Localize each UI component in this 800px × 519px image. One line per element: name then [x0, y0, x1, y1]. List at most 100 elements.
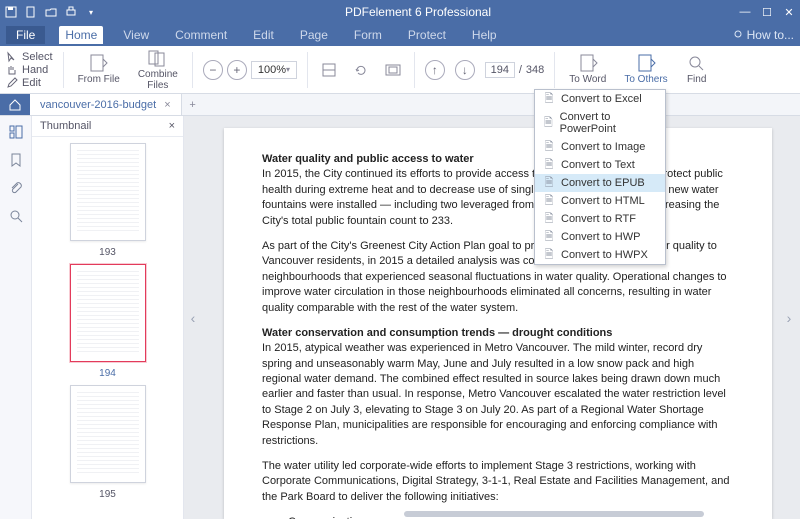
page-canvas[interactable]: ‹ › Water quality and public access to w… — [184, 116, 800, 519]
convert-to-rtf[interactable]: 🗎Convert to RTF — [535, 210, 665, 228]
save-icon[interactable] — [4, 5, 18, 19]
minimize-button[interactable]: — — [738, 6, 752, 19]
menu-page[interactable]: Page — [294, 26, 334, 44]
thumbnail-item[interactable] — [70, 143, 146, 241]
bookmarks-panel-button[interactable] — [8, 152, 24, 168]
thumbnails-panel-button[interactable] — [8, 124, 24, 140]
howto-label: How to... — [747, 28, 794, 42]
open-folder-icon[interactable] — [44, 5, 58, 19]
pencil-icon — [6, 77, 18, 89]
document-tab[interactable]: vancouver-2016-budget × — [30, 94, 182, 115]
file-icon: 🗎 — [543, 159, 555, 171]
convert-to-text[interactable]: 🗎Convert to Text — [535, 156, 665, 174]
combine-files-icon — [147, 48, 169, 68]
convert-to-epub[interactable]: 🗎Convert to EPUB — [535, 174, 665, 192]
menu-view[interactable]: View — [117, 26, 155, 44]
app-title: PDFelement 6 Professional — [98, 5, 738, 19]
window-controls: — ☐ ✕ — [738, 6, 796, 19]
to-word-button[interactable]: To Word — [565, 53, 610, 86]
print-icon[interactable] — [64, 5, 78, 19]
separator — [307, 52, 308, 88]
separator — [414, 52, 415, 88]
select-tool[interactable]: Select — [6, 51, 53, 63]
convert-to-excel[interactable]: 🗎Convert to Excel — [535, 90, 665, 108]
page-indicator: 194 / 348 — [485, 62, 544, 78]
attachments-panel-button[interactable] — [8, 180, 24, 196]
zoom-out-button[interactable]: − — [203, 60, 223, 80]
heading: Water quality and public access to water — [262, 153, 474, 165]
search-panel-button[interactable] — [8, 208, 24, 224]
menu-home[interactable]: Home — [59, 26, 103, 44]
from-file-button[interactable]: From File — [74, 53, 124, 86]
thumbnail-label: 194 — [99, 368, 116, 379]
menu-file[interactable]: File — [6, 26, 45, 44]
tab-close-button[interactable]: × — [164, 99, 170, 111]
add-tab-button[interactable]: + — [182, 94, 204, 115]
fit-width-button[interactable] — [318, 59, 340, 81]
paragraph: In 2015, atypical weather was experience… — [262, 342, 726, 446]
horizontal-scrollbar[interactable] — [404, 511, 704, 517]
thumbnail-item[interactable] — [70, 385, 146, 483]
tab-strip: vancouver-2016-budget × + — [0, 94, 800, 116]
file-icon: 🗎 — [543, 93, 555, 105]
next-page-chevron[interactable]: › — [782, 308, 796, 328]
hand-tool[interactable]: Hand — [6, 64, 53, 76]
rotate-button[interactable] — [350, 59, 372, 81]
file-icon: 🗎 — [543, 141, 555, 153]
search-icon — [686, 53, 708, 73]
file-icon: 🗎 — [543, 213, 555, 225]
thumbnail-label: 193 — [99, 247, 116, 258]
howto[interactable]: How to... — [733, 28, 794, 42]
menu-edit[interactable]: Edit — [247, 26, 280, 44]
prev-page-button[interactable]: ↑ — [425, 60, 445, 80]
separator — [63, 52, 64, 88]
file-icon: 🗎 — [543, 177, 555, 189]
workspace: Thumbnail × 193 194 195 ‹ › Water qualit… — [0, 116, 800, 519]
thumbnail-list[interactable]: 193 194 195 — [32, 137, 183, 519]
combine-files-button[interactable]: Combine Files — [134, 48, 182, 91]
to-others-button[interactable]: To Others — [620, 53, 671, 86]
qat-dropdown-icon[interactable]: ▾ — [84, 5, 98, 19]
quick-access-toolbar: ▾ — [4, 5, 98, 19]
to-others-icon — [635, 53, 657, 73]
new-file-icon[interactable] — [24, 5, 38, 19]
find-button[interactable]: Find — [682, 53, 712, 86]
convert-to-image[interactable]: 🗎Convert to Image — [535, 138, 665, 156]
page-current-input[interactable]: 194 — [485, 62, 515, 78]
home-tab-button[interactable] — [0, 94, 30, 115]
maximize-button[interactable]: ☐ — [760, 6, 774, 19]
file-icon: 🗎 — [543, 195, 555, 207]
convert-to-html[interactable]: 🗎Convert to HTML — [535, 192, 665, 210]
paragraph: The water utility led corporate-wide eff… — [262, 459, 734, 505]
thumbnail-panel-header: Thumbnail × — [32, 116, 183, 137]
menu-help[interactable]: Help — [466, 26, 503, 44]
edit-tool[interactable]: Edit — [6, 77, 53, 89]
zoom-value-dropdown[interactable]: 100%▾ — [251, 61, 297, 79]
convert-to-hwp[interactable]: 🗎Convert to HWP — [535, 228, 665, 246]
heading: Water conservation and consumption trend… — [262, 327, 612, 339]
menu-comment[interactable]: Comment — [169, 26, 233, 44]
lightbulb-icon — [733, 30, 743, 40]
file-icon: 🗎 — [543, 231, 555, 243]
close-button[interactable]: ✕ — [782, 6, 796, 19]
convert-dropdown: 🗎Convert to Excel 🗎Convert to PowerPoint… — [534, 89, 666, 265]
thumbnail-item[interactable] — [70, 264, 146, 362]
ribbon: Select Hand Edit From File Combine Files… — [0, 46, 800, 94]
menu-protect[interactable]: Protect — [402, 26, 452, 44]
thumbnail-panel-close[interactable]: × — [169, 120, 175, 132]
prev-page-chevron[interactable]: ‹ — [186, 308, 200, 328]
next-page-button[interactable]: ↓ — [455, 60, 475, 80]
convert-to-hwpx[interactable]: 🗎Convert to HWPX — [535, 246, 665, 264]
zoom-group: − + 100%▾ — [203, 60, 297, 80]
zoom-in-button[interactable]: + — [227, 60, 247, 80]
thumbnail-label: 195 — [99, 489, 116, 500]
convert-to-powerpoint[interactable]: 🗎Convert to PowerPoint — [535, 108, 665, 138]
menu-bar: File Home View Comment Edit Page Form Pr… — [0, 24, 800, 46]
fit-page-button[interactable] — [382, 59, 404, 81]
thumbnail-panel-title: Thumbnail — [40, 120, 91, 132]
document-tab-label: vancouver-2016-budget — [40, 99, 156, 111]
file-icon: 🗎 — [543, 249, 555, 261]
file-icon: 🗎 — [543, 117, 554, 129]
side-toolbar — [0, 116, 32, 519]
menu-form[interactable]: Form — [348, 26, 388, 44]
